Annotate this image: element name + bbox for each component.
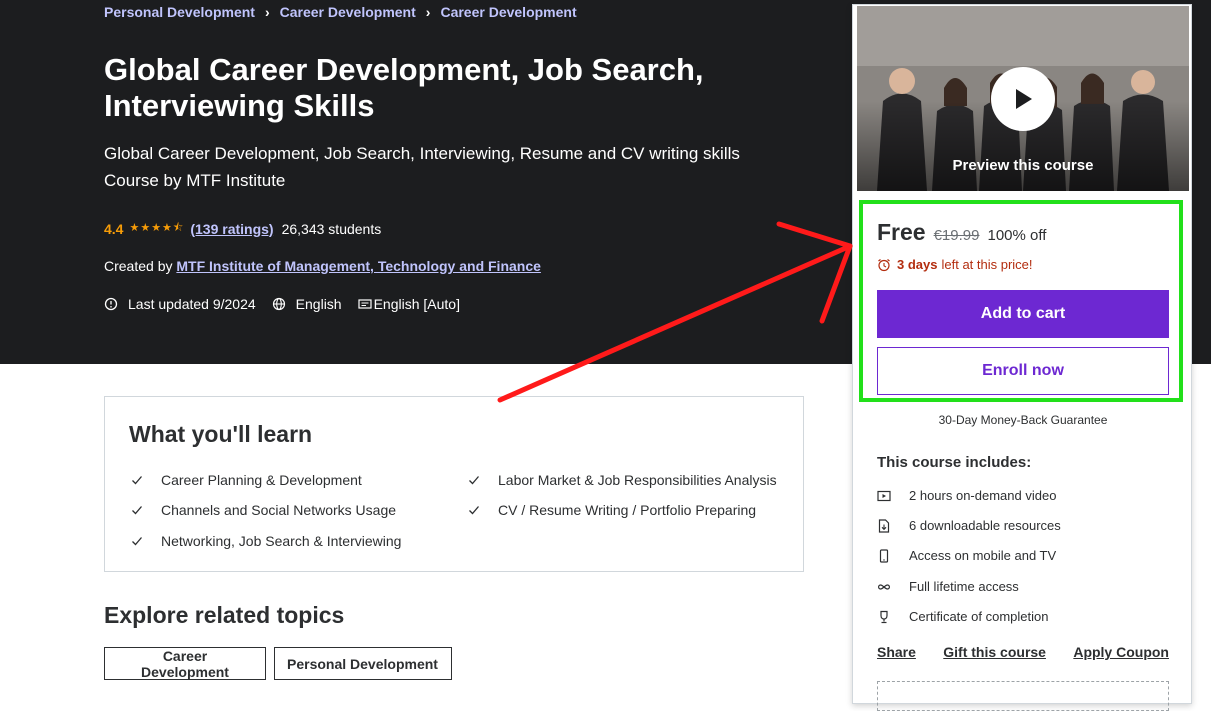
infinity-icon [878,583,890,590]
list-item: Certificate of completion [877,609,1048,624]
list-item: Labor Market & Job Responsibilities Anal… [468,472,777,488]
check-icon [132,476,142,485]
enroll-now-button[interactable]: Enroll now [877,347,1169,395]
language: English [272,296,342,312]
timer-days: 3 days [897,257,938,272]
language-text: English [295,296,342,312]
original-price: €19.99 [933,227,980,244]
chevron-right-icon: › [264,4,270,20]
course-subtitle: Global Career Development, Job Search, I… [104,144,740,190]
alert-badge-icon [104,297,118,311]
gift-course-link[interactable]: Gift this course [943,644,1046,660]
last-updated-text: Last updated 9/2024 [128,296,256,312]
list-item-text: Channels and Social Networks Usage [161,502,397,518]
course-title: Global Career Development, Job Search, I… [104,52,704,123]
created-by: Created by MTF Institute of Management, … [104,258,541,274]
ratings-link[interactable]: (139 ratings) [190,221,273,237]
include-text: 6 downloadable resources [909,518,1061,533]
topic-button-personal-development[interactable]: Personal Development [274,647,452,680]
include-text: Full lifetime access [909,579,1019,594]
rating-row: 4.4 ★★★★⯪ (139 ratings) 26,343 students [104,219,381,238]
includes-title: This course includes: [877,454,1032,471]
price-row: Free €19.99 100% off [877,219,1046,246]
timer-text: left at this price! [941,257,1033,272]
what-youll-learn: What you'll learn Career Planning & Deve… [104,396,804,572]
play-icon [1016,89,1032,109]
include-text: Access on mobile and TV [909,548,1057,563]
related-topics-title: Explore related topics [104,602,345,628]
list-item-text: CV / Resume Writing / Portfolio Preparin… [498,502,757,518]
list-item-text: Labor Market & Job Responsibilities Anal… [498,472,777,488]
alarm-clock-icon [878,258,890,271]
course-preview[interactable]: Preview this course [857,6,1189,191]
coupon-box [877,681,1169,711]
breadcrumb: Personal Development › Career Developmen… [104,4,577,20]
students-count: 26,343 students [281,220,382,237]
trophy-icon [880,610,888,623]
chevron-right-icon: › [425,4,431,20]
include-text: 2 hours on-demand video [909,488,1057,503]
captions-text: English [Auto] [373,296,460,312]
star-rating-icon: ★★★★⯪ [129,222,185,234]
list-item: Full lifetime access [877,579,1019,594]
list-item: Channels and Social Networks Usage [131,502,396,518]
sidebar-links: Share Gift this course Apply Coupon [877,644,1169,660]
file-download-icon [878,518,890,533]
list-item-text: Networking, Job Search & Interviewing [161,533,402,549]
course-meta: Last updated 9/2024 English English [Aut… [104,296,476,312]
list-item: Access on mobile and TV [877,548,1056,563]
share-link[interactable]: Share [877,644,916,660]
list-item: CV / Resume Writing / Portfolio Preparin… [468,502,756,518]
apply-coupon-link[interactable]: Apply Coupon [1073,644,1169,660]
globe-icon [272,297,285,311]
learn-title: What you'll learn [129,421,313,447]
preview-label: Preview this course [952,157,1094,174]
closed-captions-icon [357,299,372,309]
list-item: Career Planning & Development [131,472,362,488]
list-item: 2 hours on-demand video [877,488,1056,503]
mobile-icon [879,548,889,563]
list-item: Networking, Job Search & Interviewing [131,533,401,549]
list-item: 6 downloadable resources [877,518,1061,533]
topic-button-career-development[interactable]: Career Development [104,647,266,680]
breadcrumb-item[interactable]: Career Development [440,4,576,20]
include-text: Certificate of completion [909,609,1049,624]
check-icon [469,506,479,515]
author-link[interactable]: MTF Institute of Management, Technology … [176,258,541,274]
created-by-label: Created by [104,258,173,274]
check-icon [469,476,479,485]
play-button[interactable] [991,67,1055,131]
captions: English [Auto] [357,296,460,312]
breadcrumb-item[interactable]: Personal Development [104,4,255,20]
breadcrumb-item[interactable]: Career Development [280,4,416,20]
check-icon [132,537,142,546]
last-updated: Last updated 9/2024 [104,296,256,312]
purchase-sidebar: Preview this course Free €19.99 100% off… [852,4,1192,711]
video-icon [877,490,891,501]
current-price: Free [877,219,926,245]
rating-value: 4.4 [104,220,124,237]
discount-percent: 100% off [987,227,1047,244]
list-item-text: Career Planning & Development [161,472,362,488]
add-to-cart-button[interactable]: Add to cart [877,290,1169,338]
check-icon [132,506,142,515]
money-back-guarantee: 30-Day Money-Back Guarantee [938,413,1108,427]
discount-timer: 3 days left at this price! [877,257,1033,272]
